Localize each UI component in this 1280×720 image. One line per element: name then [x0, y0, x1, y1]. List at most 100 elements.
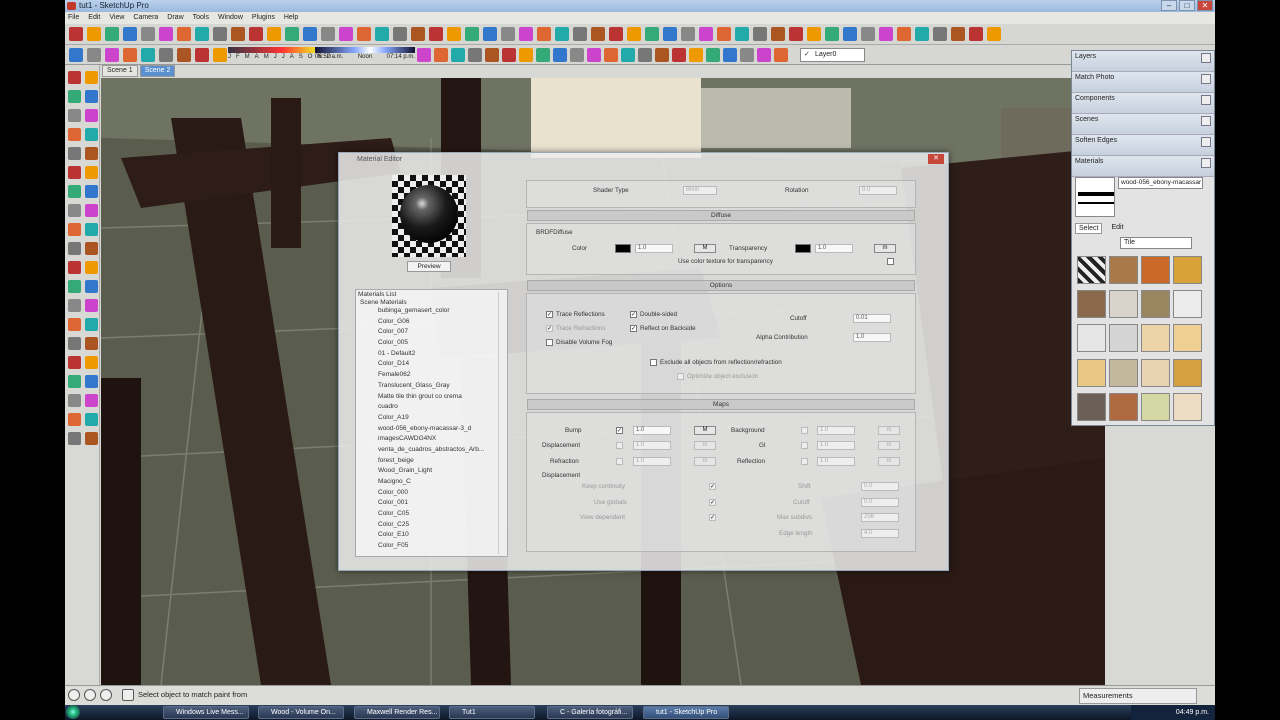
cutoff2-field[interactable]: 0.0 [861, 498, 899, 507]
tool-icon[interactable] [645, 27, 659, 41]
tool-icon[interactable] [969, 27, 983, 41]
clock[interactable]: 04:49 p.m. [1176, 709, 1209, 716]
tool-icon[interactable] [501, 27, 515, 41]
credits-icon[interactable] [84, 689, 96, 701]
material-swatch[interactable] [1141, 358, 1170, 387]
options-header[interactable]: Options [527, 280, 915, 291]
tool-icon[interactable] [85, 242, 98, 255]
material-swatch[interactable] [1141, 290, 1170, 319]
tool-icon[interactable] [159, 48, 173, 62]
disable-volume-fog-checkbox[interactable] [546, 339, 553, 346]
tool-icon[interactable] [553, 48, 567, 62]
tool-icon[interactable] [68, 71, 81, 84]
menu-view[interactable]: View [109, 12, 124, 24]
tool-icon[interactable] [85, 337, 98, 350]
refraction-checkbox[interactable] [616, 458, 623, 465]
material-swatch[interactable] [1077, 358, 1106, 387]
material-item[interactable]: 01 - Default2 [378, 349, 507, 360]
material-item[interactable]: wood-056_ebony-macassar-3_d [378, 424, 507, 435]
reflection-amount[interactable]: 1.0 [817, 457, 855, 466]
rotation-field[interactable]: 0.0 [859, 186, 897, 195]
tool-icon[interactable] [85, 109, 98, 122]
tool-icon[interactable] [627, 27, 641, 41]
menu-tools[interactable]: Tools [193, 12, 209, 24]
tool-icon[interactable] [123, 48, 137, 62]
tray-layers[interactable]: Layers [1072, 51, 1214, 72]
tool-icon[interactable] [177, 27, 191, 41]
tool-icon[interactable] [68, 166, 81, 179]
tool-icon[interactable] [825, 27, 839, 41]
tool-icon[interactable] [68, 204, 81, 217]
material-item[interactable]: venta_de_cuadros_abstractos_Arb... [378, 445, 507, 456]
material-item[interactable]: Color_000 [378, 488, 507, 499]
max-subdivs-field[interactable]: 256 [861, 513, 899, 522]
tool-icon[interactable] [879, 27, 893, 41]
cutoff-field[interactable]: 0.01 [853, 314, 891, 323]
reflect-backside-checkbox[interactable]: ✓ [630, 325, 637, 332]
tool-icon[interactable] [68, 280, 81, 293]
trace-refractions-checkbox[interactable]: ✓ [546, 325, 553, 332]
tool-icon[interactable] [706, 48, 720, 62]
view-dependent-checkbox[interactable]: ✓ [709, 514, 716, 521]
measurements-box[interactable]: Measurements [1079, 688, 1197, 704]
reflection-map-button[interactable]: m [878, 457, 900, 466]
tool-icon[interactable] [141, 27, 155, 41]
minimize-button[interactable]: – [1161, 0, 1177, 11]
material-item[interactable]: Color_E10 [378, 530, 507, 541]
menu-draw[interactable]: Draw [167, 12, 183, 24]
tool-icon[interactable] [69, 27, 83, 41]
tool-icon[interactable] [159, 27, 173, 41]
tool-icon[interactable] [231, 27, 245, 41]
tray-materials[interactable]: Materials [1072, 156, 1214, 177]
tool-icon[interactable] [85, 280, 98, 293]
material-swatch[interactable] [1141, 256, 1170, 284]
material-item[interactable]: Color_005 [378, 338, 507, 349]
tool-icon[interactable] [85, 413, 98, 426]
tool-icon[interactable] [987, 27, 1001, 41]
displacement-map-button[interactable]: m [694, 441, 716, 450]
gi-map-button[interactable]: m [878, 441, 900, 450]
tool-icon[interactable] [85, 356, 98, 369]
tool-icon[interactable] [483, 27, 497, 41]
help-icon[interactable] [122, 689, 134, 701]
tool-icon[interactable] [68, 318, 81, 331]
tool-icon[interactable] [393, 27, 407, 41]
tool-icon[interactable] [740, 48, 754, 62]
tool-icon[interactable] [621, 48, 635, 62]
alpha-contribution-field[interactable]: 1.0 [853, 333, 891, 342]
material-item[interactable]: Wood_Grain_Light [378, 466, 507, 477]
tool-icon[interactable] [502, 48, 516, 62]
tool-icon[interactable] [604, 48, 618, 62]
tool-icon[interactable] [68, 185, 81, 198]
menu-edit[interactable]: Edit [88, 12, 100, 24]
material-item[interactable]: Female062 [378, 370, 507, 381]
tool-icon[interactable] [357, 27, 371, 41]
material-swatch[interactable] [1173, 392, 1202, 421]
material-item[interactable]: Matte tile thin grout co crema [378, 392, 507, 403]
start-button[interactable] [66, 705, 80, 719]
tool-icon[interactable] [213, 48, 227, 62]
tool-icon[interactable] [411, 27, 425, 41]
material-item[interactable]: bubinga_gemasert_color [378, 306, 507, 317]
bump-map-button[interactable]: M [694, 426, 716, 435]
shift-field[interactable]: 0.0 [861, 482, 899, 491]
use-globals-checkbox[interactable]: ✓ [709, 499, 716, 506]
maximize-button[interactable]: □ [1179, 0, 1195, 11]
tool-icon[interactable] [951, 27, 965, 41]
transparency-multiplier[interactable]: 1.0 [815, 244, 853, 253]
tool-icon[interactable] [468, 48, 482, 62]
material-item[interactable]: Color_C25 [378, 520, 507, 531]
material-swatch[interactable] [1077, 324, 1106, 353]
tool-icon[interactable] [249, 27, 263, 41]
tool-icon[interactable] [85, 261, 98, 274]
tool-icon[interactable] [68, 223, 81, 236]
tool-icon[interactable] [843, 27, 857, 41]
layer-dropdown[interactable]: Layer0 [800, 48, 865, 62]
tool-icon[interactable] [321, 27, 335, 41]
tool-icon[interactable] [85, 299, 98, 312]
tool-icon[interactable] [774, 48, 788, 62]
close-button[interactable]: ✕ [928, 154, 944, 164]
close-button[interactable]: ✕ [1197, 0, 1213, 11]
taskbar-item[interactable]: Maxwell Render Res... [354, 706, 440, 719]
tray-components[interactable]: Components [1072, 93, 1214, 114]
